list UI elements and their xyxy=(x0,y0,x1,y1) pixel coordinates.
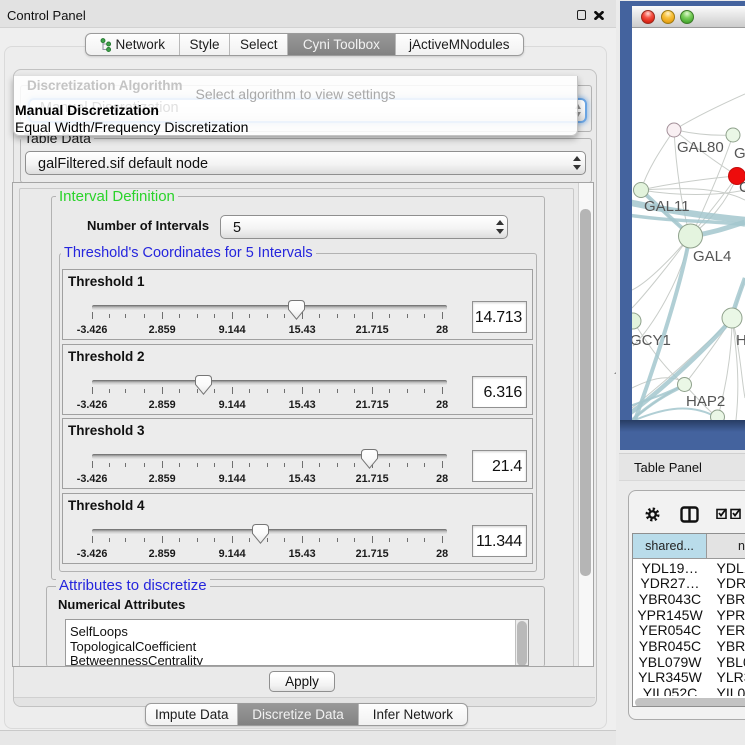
svg-text:GAL4: GAL4 xyxy=(693,248,731,265)
svg-text:GAL80: GAL80 xyxy=(677,139,724,156)
svg-text:HA: HA xyxy=(736,332,745,349)
svg-text:GA: GA xyxy=(734,145,745,162)
svg-text:GAL11: GAL11 xyxy=(644,198,690,215)
svg-text:CY: CY xyxy=(739,179,745,196)
svg-text:GCY1: GCY1 xyxy=(632,332,671,349)
svg-text:HAP2: HAP2 xyxy=(686,393,725,410)
